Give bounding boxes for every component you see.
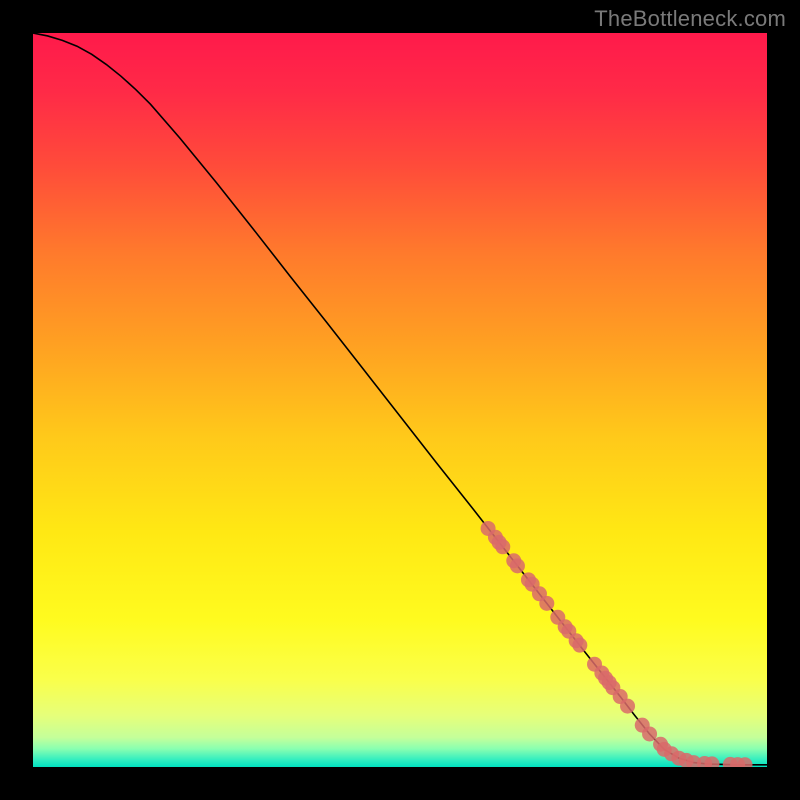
marker-point — [620, 699, 635, 714]
marker-point — [642, 726, 657, 741]
marker-point — [572, 638, 587, 653]
marker-point — [539, 596, 554, 611]
chart-background — [33, 33, 767, 767]
chart-plot-area — [33, 33, 767, 767]
marker-point — [510, 558, 525, 573]
chart-svg — [33, 33, 767, 767]
watermark-text: TheBottleneck.com — [594, 6, 786, 32]
marker-point — [495, 539, 510, 554]
